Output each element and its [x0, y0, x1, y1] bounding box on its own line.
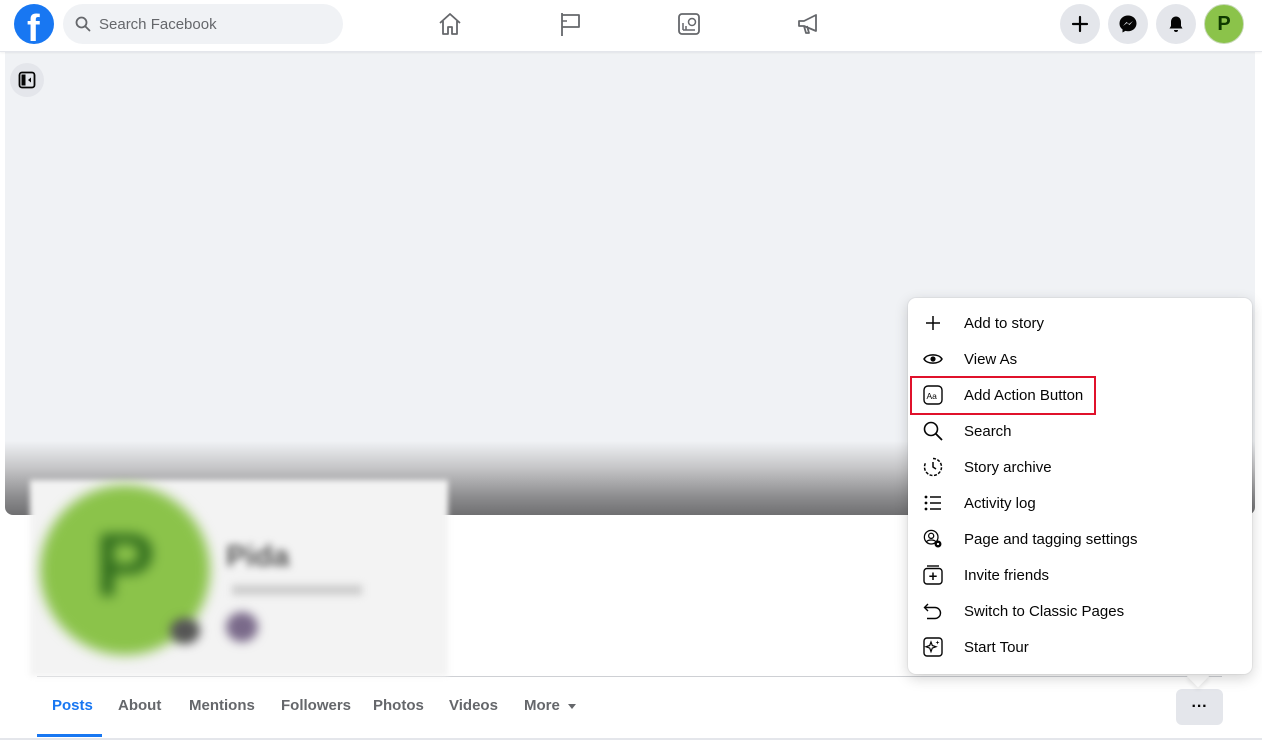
- menu-item-label: Activity log: [964, 494, 1036, 512]
- avatar-letter: P: [1217, 12, 1231, 35]
- notifications-button[interactable]: [1156, 4, 1196, 44]
- menu-item-add-to-story[interactable]: Add to story: [916, 305, 1244, 341]
- flag-icon[interactable]: [557, 10, 585, 38]
- ellipsis-icon: ···: [1191, 698, 1208, 715]
- menu-item-invite-friends[interactable]: Invite friends: [916, 557, 1244, 593]
- tab-about[interactable]: About: [118, 688, 161, 724]
- search-icon: [923, 421, 943, 441]
- menu-item-label: Page and tagging settings: [964, 530, 1138, 548]
- menu-item-label: Add to story: [964, 314, 1045, 332]
- menu-item-search[interactable]: Search: [916, 413, 1244, 449]
- follower-avatar: [226, 612, 258, 642]
- text-box-icon: Aa: [923, 385, 943, 405]
- clock-icon: [923, 457, 943, 477]
- menu-item-switch-classic-pages[interactable]: Switch to Classic Pages: [916, 593, 1244, 629]
- tabs-divider: [37, 676, 1222, 677]
- menu-item-activity-log[interactable]: Activity log: [916, 485, 1244, 521]
- active-tab-indicator: [37, 734, 102, 737]
- list-icon: [924, 495, 941, 511]
- caret-down-icon: [567, 704, 576, 709]
- profile-subtitle-blurred: [232, 585, 362, 595]
- sidebar-toggle-button[interactable]: [10, 63, 44, 97]
- tab-posts[interactable]: Posts: [52, 688, 93, 724]
- menu-item-label: Start Tour: [964, 638, 1029, 656]
- search-input[interactable]: [99, 4, 335, 44]
- undo-icon: [923, 603, 942, 620]
- page-options-menu: Add to story View As Aa Add Action Butto…: [908, 298, 1252, 674]
- home-icon[interactable]: [436, 10, 464, 38]
- menu-item-label: Switch to Classic Pages: [964, 602, 1125, 620]
- top-navigation-bar: f P: [0, 0, 1262, 52]
- plus-icon: [926, 316, 940, 330]
- messenger-icon: [1119, 15, 1137, 33]
- menu-item-story-archive[interactable]: Story archive: [916, 449, 1244, 485]
- account-avatar[interactable]: P: [1204, 4, 1244, 44]
- facebook-logo[interactable]: f: [14, 4, 54, 50]
- tab-followers[interactable]: Followers: [281, 688, 351, 724]
- tab-more-label: More: [524, 697, 560, 714]
- insights-icon[interactable]: [675, 10, 703, 38]
- plus-icon: [1071, 15, 1089, 33]
- menu-item-add-action-button[interactable]: Aa Add Action Button: [916, 377, 1244, 413]
- profile-name: Pida: [226, 540, 290, 573]
- menu-item-label: Add Action Button: [964, 386, 1084, 404]
- menu-item-label: Search: [964, 422, 1012, 440]
- tab-more[interactable]: More: [524, 688, 578, 724]
- menu-item-label: Story archive: [964, 458, 1052, 476]
- messenger-button[interactable]: [1108, 4, 1148, 44]
- tab-videos[interactable]: Videos: [449, 688, 498, 724]
- search-icon: [75, 16, 91, 32]
- search-box[interactable]: [63, 4, 343, 44]
- tour-icon: [923, 637, 943, 657]
- eye-icon: [923, 354, 943, 364]
- megaphone-icon[interactable]: [795, 10, 823, 38]
- logo-letter: f: [27, 8, 40, 50]
- menu-item-start-tour[interactable]: Start Tour: [916, 629, 1244, 665]
- tab-mentions[interactable]: Mentions: [189, 688, 255, 724]
- bell-icon: [1169, 16, 1183, 32]
- menu-item-view-as[interactable]: View As: [916, 341, 1244, 377]
- create-button[interactable]: [1060, 4, 1100, 44]
- profile-picture-letter: P: [95, 516, 156, 616]
- svg-text:Aa: Aa: [927, 391, 938, 401]
- invite-icon: [923, 565, 943, 585]
- menu-item-label: Invite friends: [964, 566, 1050, 584]
- follower-avatar: [170, 618, 200, 644]
- menu-item-page-tagging-settings[interactable]: Page and tagging settings: [916, 521, 1244, 557]
- more-options-button[interactable]: ···: [1176, 689, 1223, 725]
- tab-photos[interactable]: Photos: [373, 688, 424, 724]
- sidebar-panel-icon: [18, 71, 36, 89]
- user-settings-icon: [923, 529, 942, 548]
- menu-item-label: View As: [964, 350, 1018, 368]
